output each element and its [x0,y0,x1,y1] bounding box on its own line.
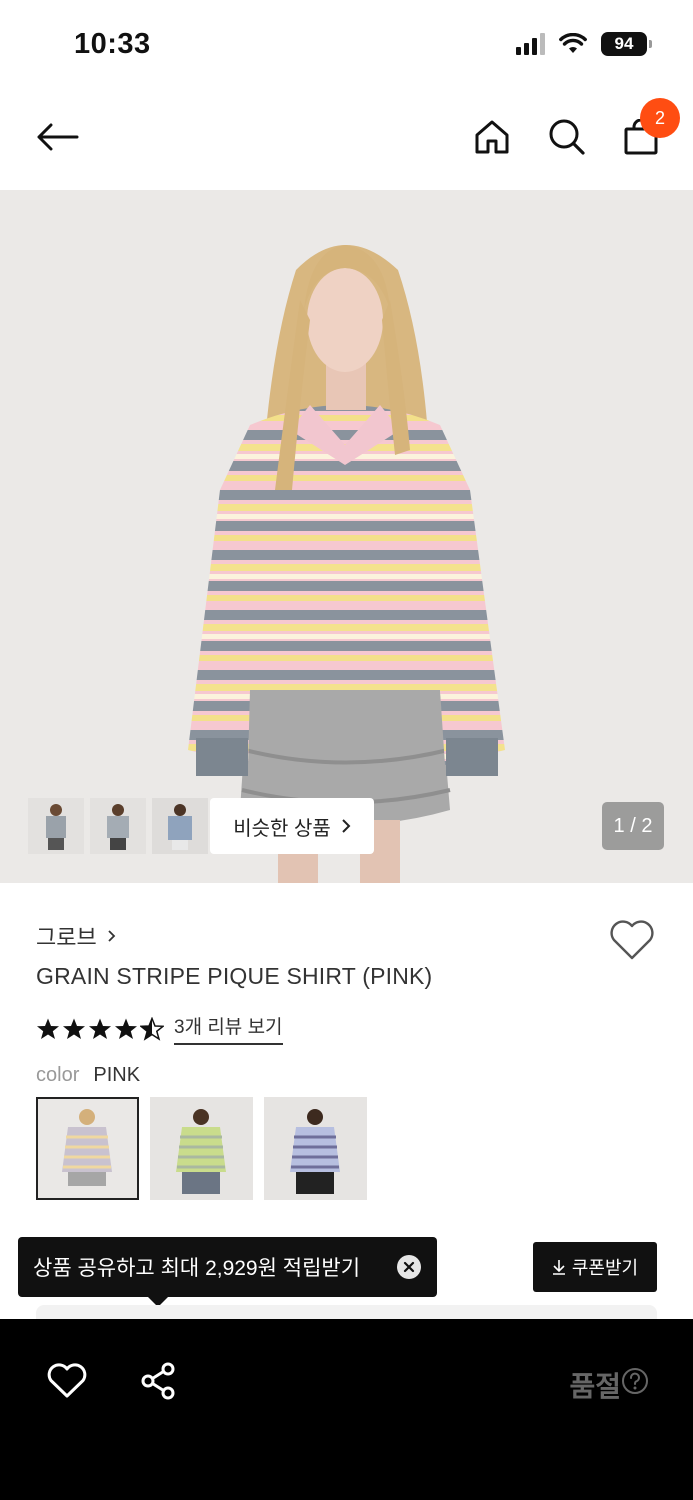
color-value: PINK [93,1064,141,1086]
chevron-right-icon [342,819,351,833]
thumbnail-3[interactable] [152,798,208,854]
star-icon [115,1018,137,1039]
battery-icon: 94 [601,32,652,56]
product-image-gallery[interactable]: 비슷한 상품 1 / 2 [0,190,693,883]
share-reward-tooltip: 상품 공유하고 최대 2,929원 적립받기 [18,1237,437,1307]
star-icon [63,1018,85,1039]
brand-name: 그로브 [36,925,97,950]
thumbnail-image [152,798,208,854]
status-bar: 10:33 94 [0,0,693,90]
cellular-signal-icon [516,33,545,55]
back-button[interactable] [32,112,82,162]
thumbnail-image [28,798,84,854]
home-icon [475,120,509,154]
heart-icon [610,920,654,960]
arrow-left-icon [37,123,79,151]
close-icon [403,1261,415,1273]
thumbnail-2[interactable] [90,798,146,854]
image-page-indicator: 1 / 2 [602,802,664,850]
heart-icon [47,1363,87,1398]
product-name: GRAIN STRIPE PIQUE SHIRT (PINK) [36,963,433,989]
similar-products-label: 비슷한 상품 [233,817,331,840]
status-icons: 94 [516,32,652,56]
cart-count-badge: 2 [640,98,680,138]
star-icon [37,1018,59,1039]
rating-row: 3개 리뷰 보기 [36,1012,283,1045]
bottom-wishlist-button[interactable] [45,1359,89,1403]
product-photo [0,190,693,883]
star-icon [89,1018,111,1039]
coupon-label: 쿠폰받기 [571,1258,639,1278]
half-star-icon [140,1016,164,1041]
swatch-green[interactable] [150,1097,253,1200]
wishlist-button[interactable] [609,918,655,962]
swatch-image [150,1097,253,1200]
chevron-right-icon [108,930,116,942]
bottom-action-bar: 품절 [0,1319,693,1500]
share-icon [141,1362,175,1400]
image-thumbnails [28,798,208,854]
tooltip-close-button[interactable] [397,1255,421,1279]
help-icon[interactable] [621,1367,649,1395]
similar-products-button[interactable]: 비슷한 상품 [210,798,374,854]
search-button[interactable] [542,112,592,162]
swatch-pink[interactable] [36,1097,139,1200]
thumbnail-image [90,798,146,854]
sold-out-label: 품절 [569,1371,621,1402]
brand-link[interactable]: 그로브 [36,920,116,952]
review-link[interactable]: 3개 리뷰 보기 [174,1012,283,1045]
home-button[interactable] [467,112,517,162]
download-icon [552,1260,565,1275]
color-label: color [36,1064,80,1086]
share-button[interactable] [137,1359,181,1403]
cart-button[interactable]: 2 [616,98,680,162]
swatch-blue[interactable] [264,1097,367,1200]
coupon-download-button[interactable]: 쿠폰받기 [533,1242,657,1292]
color-option-row: color PINK [36,1064,140,1087]
status-time: 10:33 [74,28,151,60]
thumbnail-1[interactable] [28,798,84,854]
swatch-image [36,1097,139,1200]
wifi-icon [559,33,587,53]
tooltip-text: 상품 공유하고 최대 2,929원 적립받기 [33,1257,361,1280]
search-icon [549,119,585,155]
star-rating [36,1016,164,1041]
color-swatches [36,1097,367,1200]
swatch-image [264,1097,367,1200]
top-navigation: 2 [0,90,693,190]
